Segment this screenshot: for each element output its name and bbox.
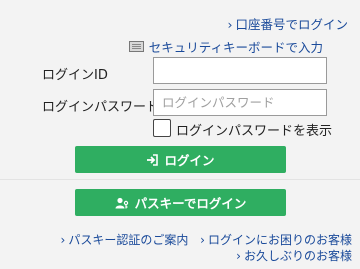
login-trouble-label: ログインにお困りのお客様 [207,233,352,247]
passkey-login-button-label: パスキーでログイン [134,196,247,211]
account-number-login-link[interactable]: › 口座番号でログイン [227,14,348,33]
login-trouble-link[interactable]: › ログインにお困りのお客様 [200,233,352,247]
keyboard-icon [128,41,144,52]
security-keyboard-link[interactable]: セキュリティキーボードで入力 [128,37,323,56]
security-keyboard-label: セキュリティキーボードで入力 [148,40,323,55]
bottom-links-row-2: › お久しぶりのお客様 [236,247,352,264]
chevron-right-icon: › [60,233,66,247]
password-label: ログインパスワード [42,100,160,115]
bottom-links-row-1: › パスキー認証のご案内 › ログインにお困りのお客様 [61,231,352,248]
password-input[interactable] [153,89,327,116]
show-password-label: ログインパスワードを表示 [176,124,333,139]
chevron-right-icon: › [200,233,205,247]
passkey-guide-link[interactable]: › パスキー認証のご案内 [61,233,189,247]
passkey-guide-label: パスキー認証のご案内 [68,233,189,247]
long-absence-link[interactable]: › お久しぶりのお客様 [236,249,352,263]
passkey-user-icon [115,197,128,208]
account-number-login-label: 口座番号でログイン [235,17,348,32]
passkey-login-button[interactable]: パスキーでログイン [75,189,286,216]
long-absence-label: お久しぶりのお客様 [243,249,352,263]
divider [0,179,360,180]
login-arrow-icon [147,153,159,166]
login-button[interactable]: ログイン [75,146,286,173]
login-id-label: ログインID [42,68,108,83]
login-id-input[interactable] [153,57,327,84]
show-password-checkbox[interactable] [153,119,171,137]
login-button-label: ログイン [164,153,215,168]
chevron-right-icon: › [227,17,233,32]
chevron-right-icon: › [236,249,241,263]
